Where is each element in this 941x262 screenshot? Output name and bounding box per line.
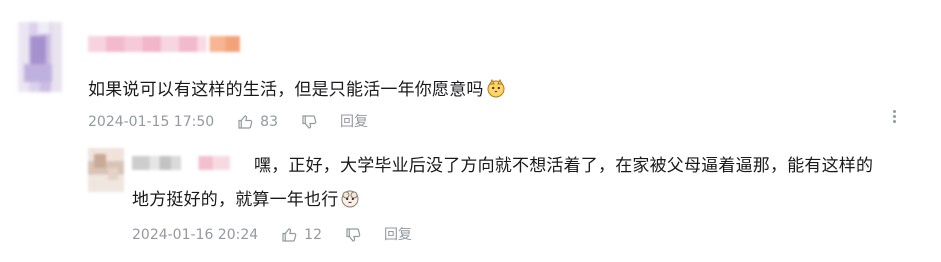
avatar-pixel: [94, 154, 106, 168]
reply-button[interactable]: 回复: [340, 113, 368, 131]
avatar-pixel: [38, 22, 50, 34]
thumb-up-icon: [282, 228, 297, 242]
reply-button[interactable]: 回复: [384, 226, 412, 244]
avatar-pixel: [30, 36, 46, 64]
comment-text: 如果说可以有这样的生活，但是只能活一年你愿意吗: [88, 78, 506, 102]
comment-meta: 2024-01-15 17:50 83 回复: [88, 113, 368, 131]
dislike-button[interactable]: [344, 226, 362, 244]
thumb-down-icon: [302, 115, 317, 129]
thumb-down-icon: [346, 228, 361, 242]
reply-username[interactable]: [132, 156, 230, 170]
username[interactable]: [88, 36, 240, 52]
dislike-button[interactable]: [300, 113, 318, 131]
more-vertical-icon[interactable]: [891, 108, 897, 126]
shiba-dog-emoji-icon: [487, 78, 505, 98]
avatar[interactable]: [18, 22, 62, 92]
timestamp: 2024-01-15 17:50: [88, 114, 215, 130]
comment-text-content: 如果说可以有这样的生活，但是只能活一年你愿意吗: [88, 80, 484, 100]
reply-text-line-2: 地方挺好的，就算一年也行: [132, 188, 360, 212]
reply-avatar[interactable]: [88, 148, 124, 192]
like-button[interactable]: 12: [280, 226, 322, 244]
sheep-emoji-icon: [341, 190, 359, 208]
thumb-up-icon: [238, 115, 253, 129]
reply-text-line-1: 嘿，正好，大学毕业后没了方向就不想活着了，在家被父母逼着逼那，能有这样的: [254, 156, 874, 176]
like-count: 12: [304, 227, 322, 243]
reply-text-content: 地方挺好的，就算一年也行: [132, 190, 339, 210]
reply-meta: 2024-01-16 20:24 12 回复: [132, 226, 412, 244]
like-button[interactable]: 83: [236, 113, 278, 131]
like-count: 83: [260, 114, 278, 130]
timestamp: 2024-01-16 20:24: [132, 227, 259, 243]
avatar-pixel: [108, 168, 118, 180]
avatar-pixel: [24, 64, 52, 82]
